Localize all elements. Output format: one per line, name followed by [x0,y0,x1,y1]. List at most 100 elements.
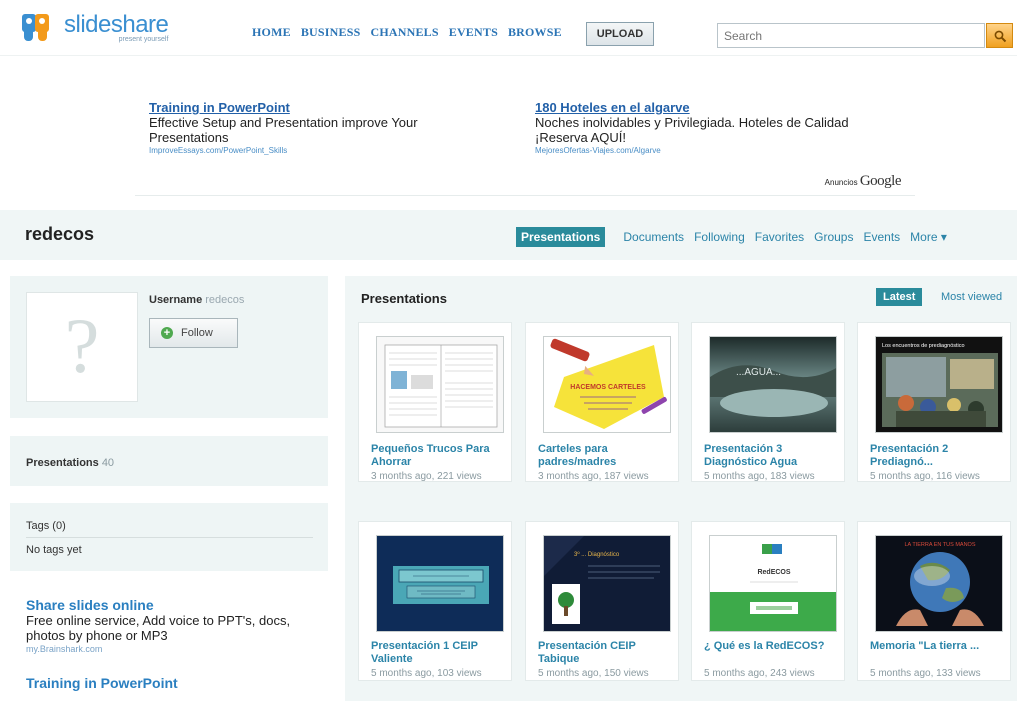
ad-body: Noches inolvidables y Privilegiada. Hote… [535,115,849,145]
ad-item[interactable]: Training in PowerPoint Effective Setup a… [149,100,479,157]
ad-url[interactable]: ImproveEssays.com/PowerPoint_Skills [149,145,479,157]
logo-wordmark: slideshare [64,11,169,38]
presentation-title[interactable]: Presentación 3 Diagnóstico Agua [704,443,840,469]
ad-item[interactable]: 180 Hoteles en el algarve Noches inolvid… [535,100,865,157]
presentations-count[interactable]: Presentations 40 [26,457,114,469]
presentation-title[interactable]: ¿ Qué es la RedECOS? [704,640,840,653]
top-bar: slideshare present yourself HOME BUSINES… [0,0,1017,56]
avatar-placeholder-icon: ? [64,302,100,389]
presentation-card[interactable]: ...AGUA... Presentación 3 Diagnóstico Ag… [691,322,845,482]
thumb-caption: 3º ... Diagnóstico [574,551,620,558]
tab-presentations[interactable]: Presentations [516,227,606,247]
ads-by-label: Anuncios [824,178,858,187]
tags-heading: Tags (0) [26,520,66,532]
presentation-meta: 3 months ago, 187 views [538,471,649,482]
presentation-meta: 5 months ago, 183 views [704,471,815,482]
presentation-thumbnail[interactable] [376,336,504,433]
nav-browse[interactable]: BROWSE [508,25,562,40]
tab-more[interactable]: More ▾ [910,230,947,244]
search-button[interactable] [986,23,1013,48]
presentation-meta: 5 months ago, 116 views [870,471,980,482]
presentation-thumbnail[interactable] [376,535,504,632]
follow-button[interactable]: + Follow [149,318,238,348]
page-title: redecos [25,224,95,244]
sort-most-viewed-link[interactable]: Most viewed [941,291,1002,303]
slideshare-logo[interactable]: slideshare present yourself [22,11,169,43]
presentation-title[interactable]: Memoria "La tierra ... [870,640,1006,653]
thumb-caption: Los encuentros de prediagnóstico [882,343,965,349]
tab-following[interactable]: Following [694,230,745,244]
tab-events[interactable]: Events [863,230,900,244]
presentation-meta: 5 months ago, 133 views [870,668,981,679]
username-value: redecos [205,294,245,306]
nav-home[interactable]: HOME [252,25,291,40]
sidebar-ads: Share slides online Free online service,… [26,597,316,701]
presentation-card[interactable]: RedECOS ¿ Qué es la RedECOS? 5 months ag… [691,521,845,681]
search-icon [994,30,1007,43]
presentation-card[interactable]: Pequeños Trucos Para Ahorrar 3 months ag… [358,322,512,482]
presentation-thumbnail[interactable]: Los encuentros de prediagnóstico [875,336,1003,433]
thumb-caption: HACEMOS CARTELES [570,384,646,391]
thumb-caption: ...AGUA... [736,367,781,378]
presentation-meta: 5 months ago, 103 views [371,668,482,679]
divider [26,537,313,538]
search-input[interactable] [717,23,985,48]
presentation-meta: 3 months ago, 221 views [371,471,482,482]
google-logo: Google [859,173,902,189]
upload-button[interactable]: UPLOAD [586,22,654,46]
presentations-panel: Presentations Latest Most viewed Pequeño… [345,276,1017,701]
tab-groups[interactable]: Groups [814,230,853,244]
avatar: ? [26,292,138,402]
presentation-thumbnail[interactable]: HACEMOS CARTELES [543,336,671,433]
sidebar-ad-body: Free online service, Add voice to PPT's,… [26,613,291,643]
tab-documents[interactable]: Documents [623,230,684,244]
presentation-thumbnail[interactable]: 3º ... Diagnóstico [543,535,671,632]
slideshare-logo-icon [22,12,56,42]
tags-empty-text: No tags yet [26,544,82,556]
presentation-title[interactable]: Presentación 1 CEIP Valiente [371,640,507,666]
follow-label: Follow [181,327,213,339]
sort-latest-button[interactable]: Latest [876,288,923,306]
presentation-card[interactable]: LA TIERRA EN TUS MANOS Memoria "La tierr… [857,521,1011,681]
presentation-card[interactable]: HACEMOS CARTELES Carteles para padres/ma… [525,322,679,482]
sidebar-ad-title[interactable]: Share slides online [26,597,316,613]
presentation-title[interactable]: Carteles para padres/madres [538,443,674,469]
presentation-card[interactable]: 3º ... Diagnóstico Presentación CEIP Tab… [525,521,679,681]
ad-url[interactable]: MejoresOfertas-Viajes.com/Algarve [535,145,865,157]
ad-title[interactable]: 180 Hoteles en el algarve [535,100,865,115]
presentation-title[interactable]: Pequeños Trucos Para Ahorrar [371,443,507,469]
ad-title[interactable]: Training in PowerPoint [149,100,479,115]
username-label: Username [149,294,203,306]
main-nav: HOME BUSINESS CHANNELS EVENTS BROWSE [252,25,562,40]
thumb-caption: RedECOS [757,569,790,576]
sidebar-ad-title[interactable]: Training in PowerPoint [26,675,316,691]
plus-icon: + [161,327,173,339]
username-row: Username redecos [149,294,244,306]
nav-channels[interactable]: CHANNELS [370,25,438,40]
nav-events[interactable]: EVENTS [449,25,498,40]
presentation-thumbnail[interactable]: LA TIERRA EN TUS MANOS [875,535,1003,632]
sidebar-ad[interactable]: Training in PowerPoint [26,675,316,691]
nav-business[interactable]: BUSINESS [301,25,361,40]
presentation-card[interactable]: Los encuentros de prediagnóstico Present… [857,322,1011,482]
presentation-thumbnail[interactable]: ...AGUA... [709,336,837,433]
sidebar-ad-url[interactable]: my.Brainshark.com [26,643,316,655]
profile-tabs: Presentations Documents Following Favori… [516,227,957,247]
presentation-meta: 5 months ago, 243 views [704,668,815,679]
presentation-meta: 5 months ago, 150 views [538,668,649,679]
presentation-title[interactable]: Presentación CEIP Tabique [538,640,674,666]
tab-favorites[interactable]: Favorites [755,230,804,244]
presentations-count-card: Presentations 40 [10,436,328,486]
user-bar: redecos Presentations Documents Followin… [0,210,1017,260]
presentations-count-label: Presentations [26,457,99,469]
profile-card: ? Username redecos + Follow [10,276,328,418]
presentation-title[interactable]: Presentación 2 Prediagnó... [870,443,1006,469]
presentations-count-value: 40 [101,457,115,469]
ads-by-google[interactable]: Anuncios Google [824,173,902,190]
sidebar-ad[interactable]: Share slides online Free online service,… [26,597,316,655]
presentation-thumbnail[interactable]: RedECOS [709,535,837,632]
presentation-card[interactable]: Presentación 1 CEIP Valiente 5 months ag… [358,521,512,681]
thumb-caption: LA TIERRA EN TUS MANOS [904,542,975,548]
ads-banner: Training in PowerPoint Effective Setup a… [135,100,915,196]
ad-body: Effective Setup and Presentation improve… [149,115,418,145]
